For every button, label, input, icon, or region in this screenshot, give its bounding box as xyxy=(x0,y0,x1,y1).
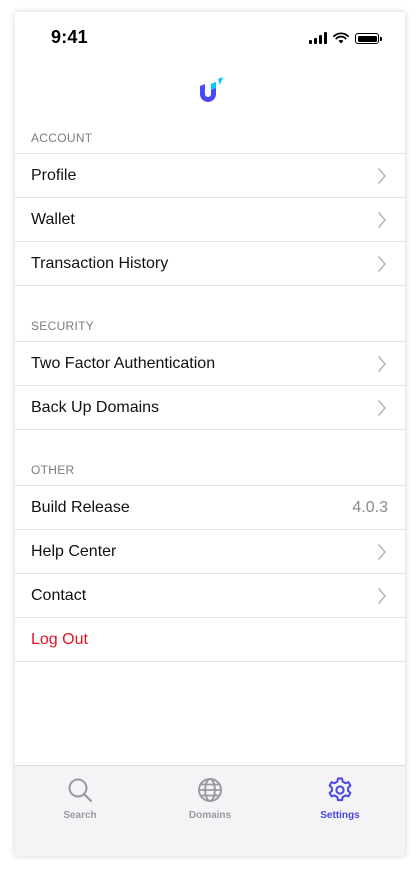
status-icons xyxy=(309,30,382,44)
chevron-right-icon xyxy=(378,400,386,416)
chevron-right-icon xyxy=(378,356,386,372)
settings-row-contact[interactable]: Contact xyxy=(15,574,405,618)
settings-row-transaction-history[interactable]: Transaction History xyxy=(15,242,405,286)
row-label: Contact xyxy=(31,586,87,604)
chevron-right-icon xyxy=(378,588,386,604)
settings-row-help-center[interactable]: Help Center xyxy=(15,530,405,574)
security-list: Two Factor Authentication Back Up Domain… xyxy=(15,341,405,430)
status-bar: 9:41 xyxy=(15,12,405,62)
chevron-right-icon xyxy=(378,168,386,184)
row-label: Transaction History xyxy=(31,254,169,272)
row-label: Profile xyxy=(31,166,77,184)
chevron-right-icon xyxy=(378,256,386,272)
other-list: Build Release 4.0.3 Help Center Contact … xyxy=(15,485,405,662)
logout-button[interactable]: Log Out xyxy=(15,618,405,662)
tab-settings[interactable]: Settings xyxy=(275,766,405,856)
row-label: Help Center xyxy=(31,542,117,560)
section-header-account: ACCOUNT xyxy=(31,131,93,145)
cellular-signal-icon xyxy=(309,32,327,44)
wifi-icon xyxy=(333,32,349,44)
settings-row-build-release: Build Release 4.0.3 xyxy=(15,486,405,530)
tab-domains[interactable]: Domains xyxy=(145,766,275,856)
tab-search[interactable]: Search xyxy=(15,766,145,856)
account-list: Profile Wallet Transaction History xyxy=(15,153,405,286)
tab-label: Domains xyxy=(188,810,232,821)
row-label: Wallet xyxy=(31,210,75,228)
settings-row-two-factor-authentication[interactable]: Two Factor Authentication xyxy=(15,342,405,386)
gear-icon xyxy=(328,777,352,802)
chevron-right-icon xyxy=(378,544,386,560)
globe-icon xyxy=(198,778,222,802)
status-time: 9:41 xyxy=(51,27,88,47)
settings-row-profile[interactable]: Profile xyxy=(15,154,405,198)
tab-bar: Search Domains Settings xyxy=(15,765,405,856)
row-label: Build Release xyxy=(31,498,130,516)
row-label: Two Factor Authentication xyxy=(31,354,216,372)
settings-row-wallet[interactable]: Wallet xyxy=(15,198,405,242)
settings-row-back-up-domains[interactable]: Back Up Domains xyxy=(15,386,405,430)
phone-screen: 9:41 ACCOUNT Profile Wallet Transaction … xyxy=(15,12,405,856)
unstoppable-u-logo xyxy=(200,77,223,102)
search-icon xyxy=(68,778,93,803)
tab-label: Search xyxy=(63,810,97,821)
battery-icon xyxy=(355,33,382,44)
chevron-right-icon xyxy=(378,212,386,228)
section-header-security: SECURITY xyxy=(31,319,95,333)
build-version-value: 4.0.3 xyxy=(352,498,388,516)
section-header-other: OTHER xyxy=(31,463,75,477)
tab-label: Settings xyxy=(320,810,360,821)
logout-label: Log Out xyxy=(31,630,88,648)
row-label: Back Up Domains xyxy=(31,398,160,416)
